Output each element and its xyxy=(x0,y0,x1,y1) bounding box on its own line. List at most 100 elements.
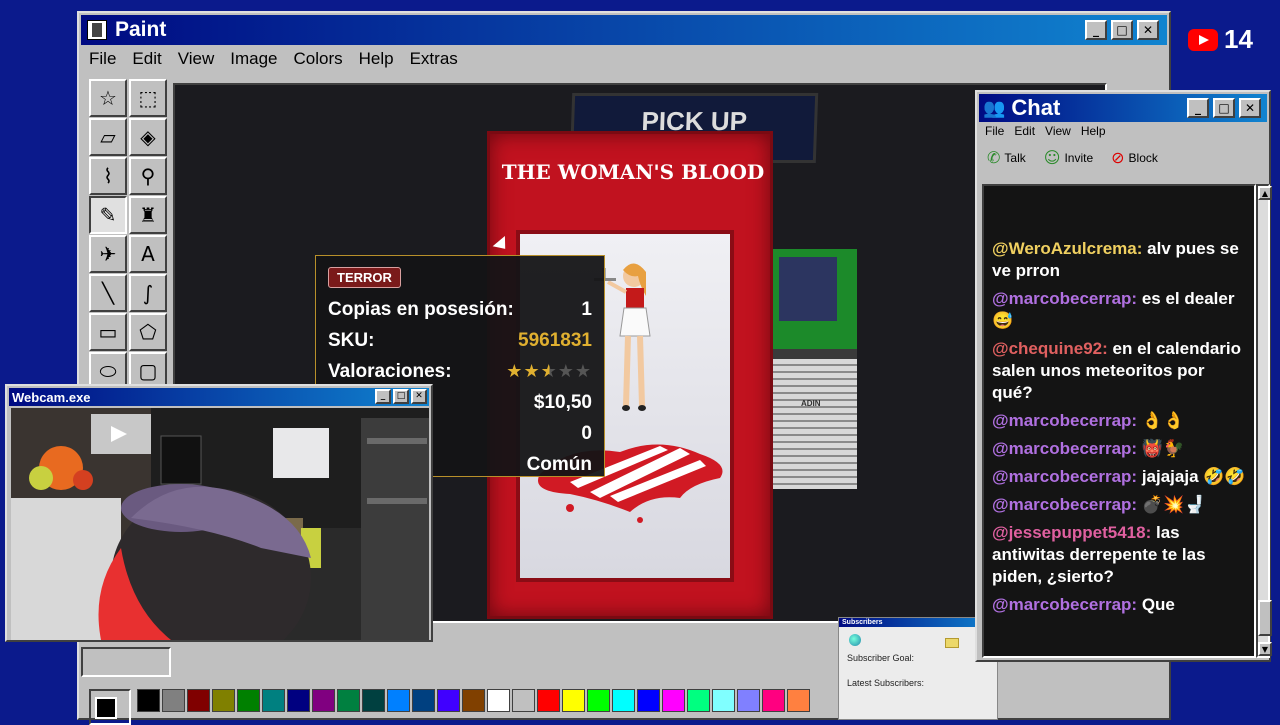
polygon-tool-button[interactable]: ⬠ xyxy=(129,313,167,351)
chat-menu-file[interactable]: File xyxy=(985,124,1004,138)
color-swatch[interactable] xyxy=(687,689,710,712)
rating-stars: ★★★★★ xyxy=(506,361,592,382)
pencil-icon: ✎ xyxy=(99,203,117,227)
color-swatch[interactable] xyxy=(762,689,785,712)
rectangle-icon: ▭ xyxy=(98,320,118,344)
chat-username: @marcobecerrap: xyxy=(992,289,1138,308)
magnifier-icon: ⚲ xyxy=(140,164,156,188)
card-row-label: SKU: xyxy=(328,329,375,351)
eraser-icon: ▱ xyxy=(100,125,116,149)
color-swatch[interactable] xyxy=(337,689,360,712)
text-tool-button[interactable]: A xyxy=(129,235,167,273)
color-swatch[interactable] xyxy=(312,689,335,712)
chat-maximize-button[interactable]: □ xyxy=(1213,98,1235,118)
color-swatch[interactable] xyxy=(237,689,260,712)
menu-item-image[interactable]: Image xyxy=(230,49,277,69)
scroll-thumb[interactable] xyxy=(1258,600,1272,636)
webcam-close-button[interactable]: ✕ xyxy=(411,389,427,404)
rect-select-tool-button[interactable]: ⬚ xyxy=(129,79,167,117)
paint-app-icon xyxy=(87,20,107,40)
brush-tool-button[interactable]: ♜ xyxy=(129,196,167,234)
color-swatch[interactable] xyxy=(737,689,760,712)
chat-username: @marcobecerrap: xyxy=(992,495,1138,514)
chat-scrollbar[interactable]: ▲ ▼ xyxy=(1256,184,1272,658)
color-swatch[interactable] xyxy=(662,689,685,712)
scroll-up-icon[interactable]: ▲ xyxy=(1258,186,1272,200)
color-swatch[interactable] xyxy=(637,689,660,712)
star-icon: ★ xyxy=(557,361,575,382)
talk-label: Talk xyxy=(1004,150,1026,165)
scroll-down-icon[interactable]: ▼ xyxy=(1258,642,1272,656)
color-swatch[interactable] xyxy=(562,689,585,712)
eraser-tool-button[interactable]: ▱ xyxy=(89,118,127,156)
talk-button[interactable]: ✆ Talk xyxy=(987,148,1026,167)
color-swatch[interactable] xyxy=(587,689,610,712)
color-swatch[interactable] xyxy=(462,689,485,712)
menu-item-help[interactable]: Help xyxy=(359,49,394,69)
menu-item-extras[interactable]: Extras xyxy=(410,49,458,69)
subscribers-titlebar: Subscribers xyxy=(839,618,997,627)
color-swatch[interactable] xyxy=(187,689,210,712)
paint-menubar: File Edit View Image Colors Help Extras xyxy=(89,49,458,69)
color-swatch[interactable] xyxy=(362,689,385,712)
fill-icon: ◈ xyxy=(140,125,156,149)
card-row-label: Valoraciones: xyxy=(328,360,452,382)
menu-item-file[interactable]: File xyxy=(89,49,116,69)
subscriber-goal-label: Subscriber Goal: xyxy=(847,653,915,663)
color-swatch[interactable] xyxy=(162,689,185,712)
webcam-titlebar[interactable]: Webcam.exe _ □ ✕ xyxy=(9,388,429,406)
invite-label: Invite xyxy=(1064,150,1094,165)
color-swatch[interactable] xyxy=(487,689,510,712)
color-swatch[interactable] xyxy=(137,689,160,712)
chat-messages: @WeroAzulcrema: alv pues se ve prron @mar… xyxy=(982,184,1256,658)
card-row-value: 1 xyxy=(581,298,592,320)
color-swatch[interactable] xyxy=(537,689,560,712)
rectangle-tool-button[interactable]: ▭ xyxy=(89,313,127,351)
chat-menu-view[interactable]: View xyxy=(1045,124,1071,138)
webcam-maximize-button[interactable]: □ xyxy=(393,389,409,404)
color-swatch[interactable] xyxy=(387,689,410,712)
rounded-rect-icon: ▢ xyxy=(138,359,158,383)
airbrush-tool-button[interactable]: ✈ xyxy=(89,235,127,273)
menu-item-colors[interactable]: Colors xyxy=(294,49,343,69)
color-swatch[interactable] xyxy=(412,689,435,712)
chat-message: @marcobecerrap: jajajaja 🤣🤣 xyxy=(992,466,1248,488)
maximize-button[interactable]: □ xyxy=(1111,20,1133,40)
close-button[interactable]: ✕ xyxy=(1137,20,1159,40)
menu-item-edit[interactable]: Edit xyxy=(132,49,161,69)
color-swatch[interactable] xyxy=(437,689,460,712)
color-swatch[interactable] xyxy=(287,689,310,712)
chat-username: @marcobecerrap: xyxy=(992,411,1138,430)
color-swatch[interactable] xyxy=(512,689,535,712)
status-cell xyxy=(81,647,171,677)
chat-window: 👥 Chat _ □ ✕ File Edit View Help ✆ Talk ☺ Invi… xyxy=(975,90,1272,662)
chat-text: 💣💥🚽 xyxy=(1141,495,1206,514)
pencil-tool-button[interactable]: ✎ xyxy=(89,196,127,234)
color-swatch[interactable] xyxy=(612,689,635,712)
color-swatch[interactable] xyxy=(212,689,235,712)
chat-titlebar[interactable]: 👥 Chat _ □ ✕ xyxy=(979,94,1267,122)
color-swatch[interactable] xyxy=(712,689,735,712)
webcam-minimize-button[interactable]: _ xyxy=(375,389,391,404)
block-button[interactable]: ⊘ Block xyxy=(1111,148,1158,167)
magnifier-tool-button[interactable]: ⚲ xyxy=(129,157,167,195)
chat-menu-edit[interactable]: Edit xyxy=(1014,124,1035,138)
menu-item-view[interactable]: View xyxy=(178,49,215,69)
fill-tool-button[interactable]: ◈ xyxy=(129,118,167,156)
chat-minimize-button[interactable]: _ xyxy=(1187,98,1209,118)
paint-titlebar[interactable]: Paint _ □ ✕ xyxy=(81,15,1167,45)
chat-menubar: File Edit View Help xyxy=(985,124,1106,138)
chat-menu-help[interactable]: Help xyxy=(1081,124,1106,138)
color-swatch[interactable] xyxy=(262,689,285,712)
invite-button[interactable]: ☺ Invite xyxy=(1044,148,1093,167)
line-tool-button[interactable]: ╲ xyxy=(89,274,127,312)
color-swatch[interactable] xyxy=(787,689,810,712)
youtube-subscriber-badge: 14 xyxy=(1188,24,1253,55)
curve-tool-button[interactable]: ∫ xyxy=(129,274,167,312)
chat-text: 👹🐓 xyxy=(1141,439,1185,458)
book-title: THE WOMAN'S BLOOD xyxy=(501,160,765,184)
chat-close-button[interactable]: ✕ xyxy=(1239,98,1261,118)
free-select-tool-button[interactable]: ☆ xyxy=(89,79,127,117)
eyedropper-tool-button[interactable]: ⌇ xyxy=(89,157,127,195)
minimize-button[interactable]: _ xyxy=(1085,20,1107,40)
